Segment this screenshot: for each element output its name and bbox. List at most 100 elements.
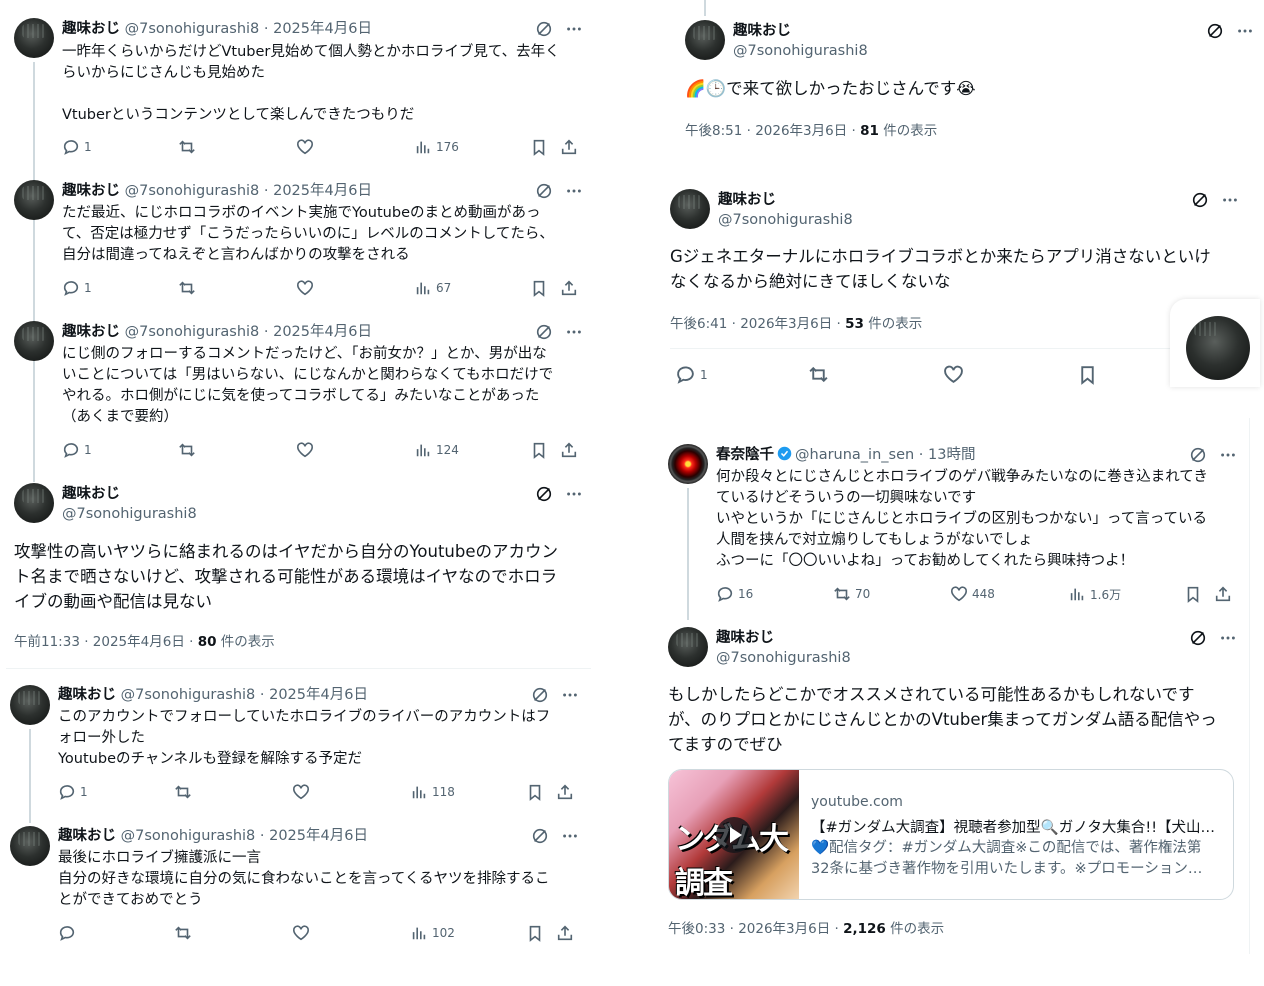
avatar[interactable]	[685, 20, 725, 60]
share-button[interactable]	[556, 924, 574, 942]
retweet-button[interactable]: 70	[833, 585, 870, 603]
more-icon[interactable]	[561, 686, 579, 704]
handle[interactable]: @haruna_in_sen	[795, 447, 914, 463]
reply-button[interactable]	[58, 924, 80, 942]
grok-icon[interactable]	[531, 686, 549, 704]
avatar[interactable]	[14, 321, 54, 361]
bookmark-button[interactable]	[530, 441, 548, 459]
reply-button[interactable]: 1	[62, 441, 92, 459]
avatar[interactable]	[14, 483, 54, 523]
handle[interactable]: @7sonohigurashi8	[121, 687, 256, 703]
display-name[interactable]: 趣味おじ	[62, 324, 120, 340]
more-icon[interactable]	[565, 485, 583, 503]
handle[interactable]: @7sonohigurashi8	[125, 21, 260, 37]
reply-button[interactable]: 16	[716, 585, 753, 603]
more-icon[interactable]	[561, 827, 579, 845]
display-name[interactable]: 趣味おじ	[733, 22, 868, 40]
display-name[interactable]: 趣味おじ	[62, 183, 120, 199]
grok-icon[interactable]	[535, 485, 553, 503]
handle[interactable]: @7sonohigurashi8	[716, 649, 851, 667]
retweet-button[interactable]	[178, 279, 196, 297]
share-button[interactable]	[560, 441, 578, 459]
retweet-button[interactable]	[808, 364, 829, 385]
like-button[interactable]	[943, 364, 964, 385]
tweet-timestamp[interactable]: 午後6:41 · 2026年3月6日 · 53 件の表示	[670, 312, 922, 332]
bookmark-button[interactable]	[1077, 364, 1098, 385]
more-icon[interactable]	[1221, 191, 1239, 209]
avatar[interactable]	[670, 189, 710, 229]
play-icon[interactable]	[716, 817, 752, 853]
like-button[interactable]	[296, 279, 314, 297]
bookmark-button[interactable]	[1184, 585, 1202, 603]
avatar[interactable]	[14, 18, 54, 58]
views-button[interactable]: 118	[410, 783, 455, 801]
views-button[interactable]: 102	[410, 924, 455, 942]
avatar[interactable]	[668, 444, 708, 484]
bookmark-button[interactable]	[530, 279, 548, 297]
grok-icon[interactable]	[535, 182, 553, 200]
handle[interactable]: @7sonohigurashi8	[733, 42, 868, 60]
grok-icon[interactable]	[535, 323, 553, 341]
grok-icon[interactable]	[1191, 191, 1209, 209]
handle[interactable]: @7sonohigurashi8	[62, 505, 197, 523]
like-button[interactable]	[296, 138, 314, 156]
more-icon[interactable]	[1236, 22, 1254, 40]
like-button[interactable]	[292, 783, 310, 801]
tweet-date[interactable]: 13時間	[928, 447, 975, 463]
display-name[interactable]: 趣味おじ	[716, 629, 851, 647]
bookmark-button[interactable]	[530, 138, 548, 156]
display-name[interactable]: 春奈陰千	[716, 447, 774, 463]
share-button[interactable]	[560, 279, 578, 297]
tweet-timestamp[interactable]: 午後8:51 · 2026年3月6日 · 81 件の表示	[685, 119, 937, 139]
grok-icon[interactable]	[535, 20, 553, 38]
avatar[interactable]	[10, 685, 50, 725]
handle[interactable]: @7sonohigurashi8	[125, 183, 260, 199]
floating-avatar-bubble[interactable]	[1170, 299, 1260, 387]
retweet-button[interactable]	[174, 783, 192, 801]
display-name[interactable]: 趣味おじ	[62, 485, 197, 503]
display-name[interactable]: 趣味おじ	[58, 828, 116, 844]
handle[interactable]: @7sonohigurashi8	[121, 828, 256, 844]
like-button[interactable]	[292, 924, 310, 942]
handle[interactable]: @7sonohigurashi8	[125, 324, 260, 340]
retweet-button[interactable]	[178, 441, 196, 459]
reply-button[interactable]: 1	[58, 783, 88, 801]
video-thumbnail[interactable]: ンダム大調査	[669, 770, 799, 899]
avatar[interactable]	[1186, 316, 1250, 380]
share-button[interactable]	[560, 138, 578, 156]
views-button[interactable]: 67	[414, 279, 451, 297]
views-button[interactable]: 1.6万	[1068, 585, 1121, 603]
tweet-date[interactable]: 2025年4月6日	[273, 324, 372, 340]
like-button[interactable]	[296, 441, 314, 459]
avatar[interactable]	[14, 180, 54, 220]
share-button[interactable]	[1214, 585, 1232, 603]
views-button[interactable]: 176	[414, 138, 459, 156]
tweet-date[interactable]: 2025年4月6日	[273, 183, 372, 199]
tweet-timestamp[interactable]: 午前11:33 · 2025年4月6日 · 80 件の表示	[14, 630, 275, 650]
more-icon[interactable]	[565, 20, 583, 38]
bookmark-button[interactable]	[526, 924, 544, 942]
tweet-date[interactable]: 2025年4月6日	[273, 21, 372, 37]
retweet-button[interactable]	[178, 138, 196, 156]
more-icon[interactable]	[1219, 629, 1237, 647]
reply-button[interactable]: 1	[62, 138, 92, 156]
display-name[interactable]: 趣味おじ	[718, 191, 853, 209]
display-name[interactable]: 趣味おじ	[58, 687, 116, 703]
grok-icon[interactable]	[1206, 22, 1224, 40]
retweet-button[interactable]	[174, 924, 192, 942]
avatar[interactable]	[668, 627, 708, 667]
display-name[interactable]: 趣味おじ	[62, 21, 120, 37]
grok-icon[interactable]	[531, 827, 549, 845]
grok-icon[interactable]	[1189, 629, 1207, 647]
views-button[interactable]: 124	[414, 441, 459, 459]
bookmark-button[interactable]	[526, 783, 544, 801]
tweet-date[interactable]: 2025年4月6日	[269, 687, 368, 703]
grok-icon[interactable]	[1189, 446, 1207, 464]
handle[interactable]: @7sonohigurashi8	[718, 211, 853, 229]
link-preview-card[interactable]: ンダム大調査 youtube.com 【#ガンダム大調査】視聴者参加型🔍ガノタ大…	[668, 769, 1234, 900]
reply-button[interactable]: 1	[62, 279, 92, 297]
share-button[interactable]	[556, 783, 574, 801]
more-icon[interactable]	[565, 182, 583, 200]
more-icon[interactable]	[1219, 446, 1237, 464]
tweet-timestamp[interactable]: 午後0:33 · 2026年3月6日 · 2,126 件の表示	[668, 917, 944, 937]
